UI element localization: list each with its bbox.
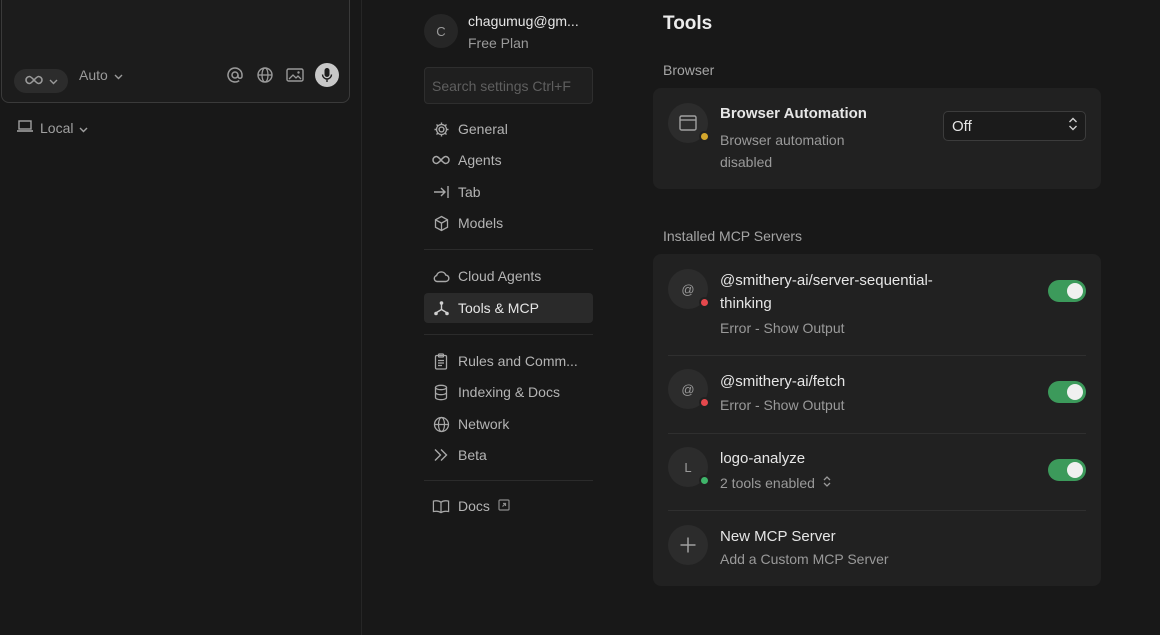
- sidebar-item-label: Rules and Comm...: [458, 353, 578, 369]
- server-name: @smithery-ai/server-sequential-: [720, 272, 933, 289]
- mic-icon[interactable]: [315, 63, 339, 87]
- browser-automation-status-cont: disabled: [720, 154, 773, 170]
- error-status-dot: [699, 297, 710, 308]
- sidebar-divider: [424, 480, 593, 481]
- mcp-server-row: L logo-analyze 2 tools enabled: [653, 434, 1101, 510]
- server-status-link[interactable]: Error - Show Output: [720, 317, 845, 339]
- new-server-title: New MCP Server: [720, 528, 836, 545]
- status-dot: [699, 131, 710, 142]
- account-email: chagumug@gm...: [468, 13, 579, 29]
- infinity-icon: [432, 151, 450, 169]
- browser-automation-status: Browser automation: [720, 132, 845, 148]
- sidebar-item-label: Agents: [458, 152, 502, 168]
- sidebar-item-cloud-agents[interactable]: Cloud Agents: [424, 261, 593, 291]
- image-icon[interactable]: [285, 65, 305, 85]
- page-title: Tools: [663, 13, 713, 34]
- sidebar-item-beta[interactable]: Beta: [424, 440, 593, 470]
- double-chevron-right-icon: [432, 446, 450, 464]
- sidebar-item-tools-mcp[interactable]: Tools & MCP: [424, 293, 593, 323]
- sidebar-item-label: Cloud Agents: [458, 268, 542, 284]
- sidebar-item-label: Docs: [458, 498, 490, 514]
- workspace-selector[interactable]: Local: [16, 119, 88, 136]
- chevron-down-icon: [79, 120, 88, 136]
- server-avatar: @: [668, 369, 710, 409]
- chat-composer[interactable]: Auto: [1, 0, 350, 103]
- sidebar-item-label: Indexing & Docs: [458, 384, 560, 400]
- server-status-link[interactable]: Error - Show Output: [720, 394, 845, 416]
- server-enable-toggle[interactable]: [1048, 459, 1086, 481]
- book-icon: [432, 497, 450, 515]
- model-selector[interactable]: Auto: [79, 66, 123, 84]
- new-mcp-server-row[interactable]: New MCP Server Add a Custom MCP Server: [653, 511, 1101, 586]
- mcp-server-row: @ @smithery-ai/fetch Error - Show Output: [653, 356, 1101, 433]
- search-settings-input[interactable]: [424, 67, 593, 104]
- globe-icon[interactable]: [255, 65, 275, 85]
- section-heading-mcp: Installed MCP Servers: [663, 228, 803, 244]
- chevron-down-icon: [114, 67, 123, 83]
- select-value: Off: [952, 117, 972, 135]
- server-enable-toggle[interactable]: [1048, 381, 1086, 403]
- sidebar-item-docs[interactable]: Docs: [424, 491, 593, 521]
- chevron-up-down-icon: [1068, 116, 1078, 136]
- server-name: @smithery-ai/fetch: [720, 373, 846, 390]
- ok-status-dot: [699, 475, 710, 486]
- sidebar-item-label: General: [458, 121, 508, 137]
- sidebar-item-tab[interactable]: Tab: [424, 177, 593, 207]
- tools-settings-page: Tools Browser Browser Automation Browser…: [653, 0, 1103, 635]
- tools-enabled-label: 2 tools enabled: [720, 475, 815, 491]
- sidebar-item-label: Beta: [458, 447, 487, 463]
- at-icon[interactable]: [225, 65, 245, 85]
- sidebar-item-label: Tools & MCP: [458, 300, 539, 316]
- arrow-right-to-bar-icon: [432, 183, 450, 201]
- plus-icon: [668, 525, 708, 565]
- agent-mode-selector[interactable]: [14, 69, 68, 93]
- sidebar-item-indexing-docs[interactable]: Indexing & Docs: [424, 377, 593, 407]
- clipboard-icon: [432, 352, 450, 370]
- chat-panel: Auto Local: [0, 0, 362, 635]
- cube-icon: [432, 214, 450, 232]
- account-plan: Free Plan: [468, 35, 529, 51]
- sidebar-item-network[interactable]: Network: [424, 409, 593, 439]
- sidebar-divider: [424, 249, 593, 250]
- globe-icon: [432, 415, 450, 433]
- sidebar-item-rules[interactable]: Rules and Comm...: [424, 346, 593, 376]
- workspace-label: Local: [40, 119, 74, 136]
- server-avatar: L: [668, 447, 710, 487]
- laptop-icon: [16, 119, 34, 136]
- tools-enabled-selector[interactable]: 2 tools enabled: [720, 472, 831, 494]
- browser-card: Browser Automation Browser automation di…: [653, 88, 1101, 189]
- model-label: Auto: [79, 67, 108, 83]
- new-server-subtitle: Add a Custom MCP Server: [720, 551, 889, 567]
- sidebar-item-label: Models: [458, 215, 504, 231]
- error-status-dot: [699, 397, 710, 408]
- browser-window-icon: [668, 103, 710, 143]
- chevron-down-icon: [49, 72, 58, 90]
- section-heading-browser: Browser: [663, 62, 715, 78]
- server-name: logo-analyze: [720, 450, 806, 467]
- server-name-cont: thinking: [720, 295, 772, 312]
- sidebar-item-general[interactable]: General: [424, 114, 593, 144]
- sidebar-divider: [424, 334, 593, 335]
- server-enable-toggle[interactable]: [1048, 280, 1086, 302]
- browser-automation-title: Browser Automation: [720, 105, 867, 122]
- settings-sidebar: C chagumug@gm... Free Plan General Agent…: [424, 0, 594, 635]
- server-avatar: @: [668, 269, 710, 309]
- mcp-nodes-icon: [432, 299, 450, 317]
- chevron-up-down-icon: [823, 472, 831, 494]
- infinity-icon: [24, 72, 43, 90]
- database-icon: [432, 383, 450, 401]
- mcp-servers-card: @ @smithery-ai/server-sequential- thinki…: [653, 254, 1101, 586]
- mcp-server-row: @ @smithery-ai/server-sequential- thinki…: [653, 254, 1101, 355]
- external-link-icon: [498, 498, 510, 514]
- sidebar-item-agents[interactable]: Agents: [424, 145, 593, 175]
- account-info[interactable]: C chagumug@gm... Free Plan: [424, 12, 594, 56]
- cloud-icon: [432, 267, 450, 285]
- sidebar-item-label: Network: [458, 416, 510, 432]
- sidebar-item-label: Tab: [458, 184, 481, 200]
- browser-automation-select[interactable]: Off: [943, 111, 1086, 141]
- sidebar-item-models[interactable]: Models: [424, 208, 593, 238]
- gear-icon: [432, 120, 450, 138]
- avatar: C: [424, 14, 458, 48]
